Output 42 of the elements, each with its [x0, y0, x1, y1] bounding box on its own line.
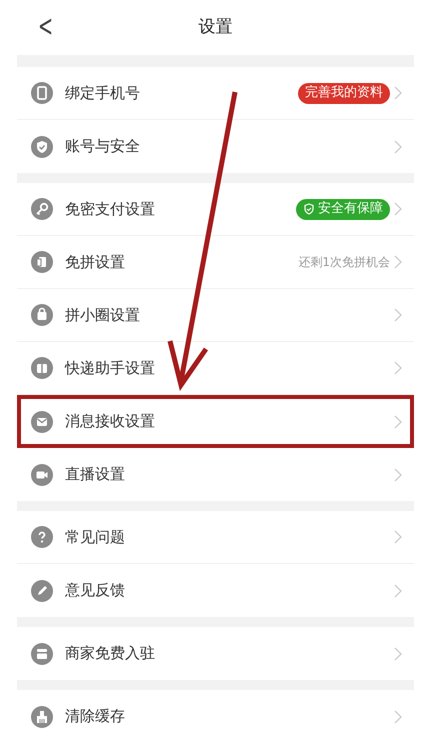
item-icon — [31, 82, 53, 104]
item-label: 免拼设置 — [65, 252, 126, 273]
page-title: 设置 — [198, 16, 232, 39]
item-icon — [31, 136, 53, 158]
chevron-icon — [394, 584, 402, 598]
item-icon — [31, 304, 53, 326]
item-label: 消息接收设置 — [65, 411, 156, 432]
chevron-icon — [394, 308, 402, 322]
item-label: 直播设置 — [65, 464, 126, 486]
item-note: 还剩1次免拼机会 — [298, 254, 390, 271]
item-icon — [31, 464, 53, 486]
chevron-icon — [394, 255, 402, 269]
chevron-icon — [394, 361, 402, 375]
item-icon — [31, 642, 53, 664]
chevron-icon — [394, 710, 402, 724]
chevron-icon — [394, 202, 402, 216]
item-icon — [31, 198, 53, 220]
item-label: 免密支付设置 — [65, 198, 156, 220]
item-icon — [31, 251, 53, 273]
chevron-icon — [394, 414, 402, 428]
item-icon — [31, 410, 53, 432]
item-icon — [31, 526, 53, 548]
item-label: 绑定手机号 — [65, 82, 141, 104]
item-label: 清除缓存 — [65, 706, 126, 728]
status-badge: 安全有保障 — [296, 198, 390, 220]
chevron-icon — [394, 140, 402, 154]
status-badge: 完善我的资料 — [298, 82, 390, 104]
item-icon — [31, 580, 53, 602]
settings-item[interactable]: 消息接收设置 — [17, 395, 414, 448]
back-button[interactable]: < — [38, 12, 54, 42]
item-icon — [31, 706, 53, 728]
chevron-icon — [394, 86, 402, 100]
item-label: 意见反馈 — [65, 580, 126, 602]
item-label: 商家免费入驻 — [65, 643, 156, 664]
chevron-icon — [394, 646, 402, 660]
chevron-icon — [394, 530, 402, 544]
item-label: 拼小圈设置 — [65, 304, 141, 326]
item-label: 快递助手设置 — [65, 358, 156, 379]
item-icon — [31, 357, 53, 379]
chevron-icon — [394, 468, 402, 482]
item-label: 常见问题 — [65, 526, 126, 548]
item-label: 账号与安全 — [65, 136, 141, 158]
